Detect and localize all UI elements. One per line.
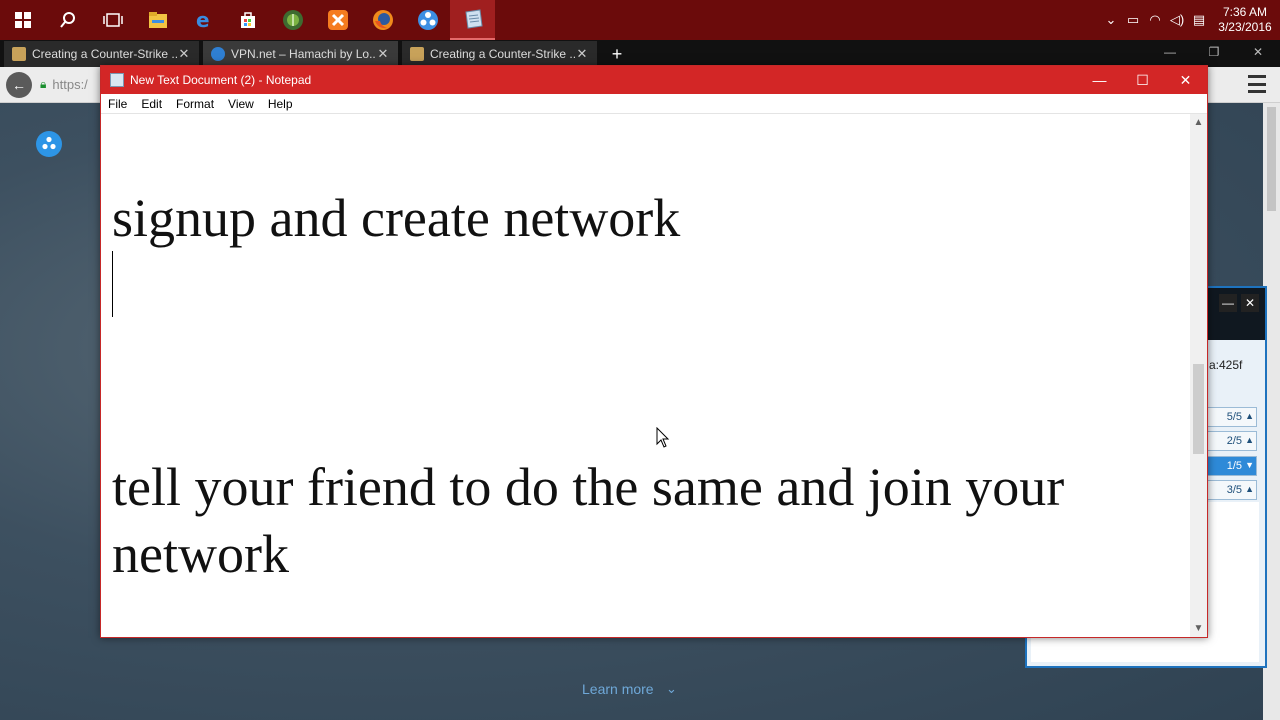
new-tab-button[interactable]: + bbox=[603, 41, 631, 67]
tab-close-icon[interactable]: ✕ bbox=[376, 46, 390, 62]
network-count: 1/5 bbox=[1226, 460, 1242, 472]
store-icon[interactable] bbox=[225, 0, 270, 40]
tab-label: VPN.net – Hamachi by Lo... bbox=[231, 47, 376, 61]
text-line: tell your friend to do the same and join… bbox=[112, 457, 1065, 517]
battery-icon[interactable]: ▭ bbox=[1122, 12, 1144, 28]
notification-icon[interactable]: ▤ bbox=[1188, 12, 1210, 28]
tab-label: Creating a Counter-Strike ... bbox=[32, 47, 177, 61]
firefox-icon[interactable] bbox=[360, 0, 405, 40]
svg-text:e: e bbox=[196, 10, 210, 30]
notepad-titlebar[interactable]: New Text Document (2) - Notepad — ☐ ✕ bbox=[101, 66, 1207, 94]
network-count: 3/5 bbox=[1226, 484, 1242, 496]
tab-favicon-icon bbox=[12, 47, 26, 61]
menu-edit[interactable]: Edit bbox=[134, 97, 169, 111]
restore-icon[interactable]: ❐ bbox=[1192, 40, 1236, 67]
hamachi-logo-icon[interactable] bbox=[36, 131, 62, 157]
close-icon[interactable]: ✕ bbox=[1164, 66, 1207, 94]
browser-tab-strip: Creating a Counter-Strike ... ✕ VPN.net … bbox=[0, 40, 1280, 67]
notepad-window-controls: — ☐ ✕ bbox=[1078, 66, 1207, 94]
network-count: 2/5 bbox=[1226, 435, 1242, 447]
chevron-up-icon[interactable]: ▲ bbox=[1245, 411, 1254, 421]
notepad-taskbar-icon[interactable] bbox=[450, 0, 495, 40]
system-tray: ⌄ ▭ ◠ ◁) ▤ 7:36 AM 3/23/2016 bbox=[1100, 0, 1280, 40]
chevron-up-icon[interactable]: ▲ bbox=[1245, 435, 1254, 445]
chevron-down-icon[interactable]: ⌄ bbox=[666, 681, 677, 697]
chevron-up-icon[interactable]: ▲ bbox=[1245, 484, 1254, 494]
network-row-selected[interactable]: 1/5 ▼ bbox=[1205, 456, 1257, 476]
text-caret bbox=[112, 251, 113, 317]
menu-format[interactable]: Format bbox=[169, 97, 221, 111]
clock[interactable]: 7:36 AM 3/23/2016 bbox=[1210, 5, 1280, 35]
notepad-scrollbar-thumb[interactable] bbox=[1193, 364, 1204, 454]
xampp-icon[interactable] bbox=[315, 0, 360, 40]
notepad-title: New Text Document (2) - Notepad bbox=[130, 73, 312, 87]
tab-close-icon[interactable]: ✕ bbox=[177, 46, 191, 62]
tab-favicon-icon bbox=[410, 47, 424, 61]
menu-help[interactable]: Help bbox=[261, 97, 300, 111]
notepad-window: New Text Document (2) - Notepad — ☐ ✕ Fi… bbox=[100, 65, 1208, 638]
clock-time: 7:36 AM bbox=[1222, 5, 1268, 19]
taskbar: e ⌄ ▭ ◠ ◁) ▤ 7:36 AM 3/23/2016 bbox=[0, 0, 1280, 40]
network-row[interactable]: 3/5 ▲ bbox=[1205, 480, 1257, 500]
hamburger-menu-icon[interactable] bbox=[1248, 75, 1266, 93]
notepad-menubar: File Edit Format View Help bbox=[101, 94, 1207, 114]
hamachi-icon[interactable] bbox=[405, 0, 450, 40]
notepad-scrollbar[interactable]: ▲ ▼ bbox=[1190, 114, 1207, 637]
lock-icon[interactable]: 🔒︎ bbox=[40, 77, 46, 92]
browser-window-controls: — ❐ ✕ bbox=[1148, 40, 1280, 67]
browser-tab-active[interactable]: VPN.net – Hamachi by Lo... ✕ bbox=[203, 41, 398, 67]
tab-label: Creating a Counter-Strike ... bbox=[430, 47, 575, 61]
task-view-icon[interactable] bbox=[90, 0, 135, 40]
volume-icon[interactable]: ◁) bbox=[1166, 12, 1188, 28]
menu-view[interactable]: View bbox=[221, 97, 261, 111]
page-scrollbar-thumb[interactable] bbox=[1267, 107, 1276, 211]
windows-start-icon[interactable] bbox=[0, 0, 45, 40]
learn-more-link[interactable]: Learn more bbox=[582, 681, 654, 697]
edge-icon[interactable]: e bbox=[180, 0, 225, 40]
text-line: network bbox=[112, 524, 289, 584]
clock-date: 3/23/2016 bbox=[1218, 20, 1272, 34]
tab-close-icon[interactable]: ✕ bbox=[575, 46, 589, 62]
network-row[interactable]: 5/5 ▲ bbox=[1205, 407, 1257, 427]
file-explorer-icon[interactable] bbox=[135, 0, 180, 40]
wifi-icon[interactable]: ◠ bbox=[1144, 12, 1166, 28]
notepad-icon bbox=[110, 73, 124, 87]
minimize-icon[interactable]: — bbox=[1078, 66, 1121, 94]
close-icon[interactable]: ✕ bbox=[1236, 40, 1280, 67]
menu-file[interactable]: File bbox=[101, 97, 134, 111]
minimize-icon[interactable]: — bbox=[1219, 294, 1237, 312]
browser-tab[interactable]: Creating a Counter-Strike ... ✕ bbox=[402, 41, 597, 67]
close-icon[interactable]: ✕ bbox=[1241, 294, 1259, 312]
search-icon[interactable] bbox=[45, 0, 90, 40]
notepad-text-area[interactable]: signup and create network tell your frie… bbox=[101, 114, 1191, 637]
scroll-up-icon[interactable]: ▲ bbox=[1190, 114, 1207, 131]
android-studio-icon[interactable] bbox=[270, 0, 315, 40]
maximize-icon[interactable]: ☐ bbox=[1121, 66, 1164, 94]
url-field[interactable]: https:/ bbox=[52, 77, 87, 92]
mouse-cursor-icon bbox=[656, 427, 670, 448]
text-line: signup and create network bbox=[112, 188, 681, 248]
tab-favicon-icon bbox=[211, 47, 225, 61]
chevron-down-icon[interactable]: ▼ bbox=[1245, 460, 1254, 470]
chevron-up-icon[interactable]: ⌄ bbox=[1100, 12, 1122, 28]
hamachi-address: a:425f bbox=[1209, 358, 1243, 372]
scroll-down-icon[interactable]: ▼ bbox=[1190, 620, 1207, 637]
network-row[interactable]: 2/5 ▲ bbox=[1205, 431, 1257, 451]
network-count: 5/5 bbox=[1226, 411, 1242, 423]
minimize-icon[interactable]: — bbox=[1148, 40, 1192, 67]
browser-tab[interactable]: Creating a Counter-Strike ... ✕ bbox=[4, 41, 199, 67]
back-arrow-icon[interactable]: ← bbox=[6, 71, 32, 98]
